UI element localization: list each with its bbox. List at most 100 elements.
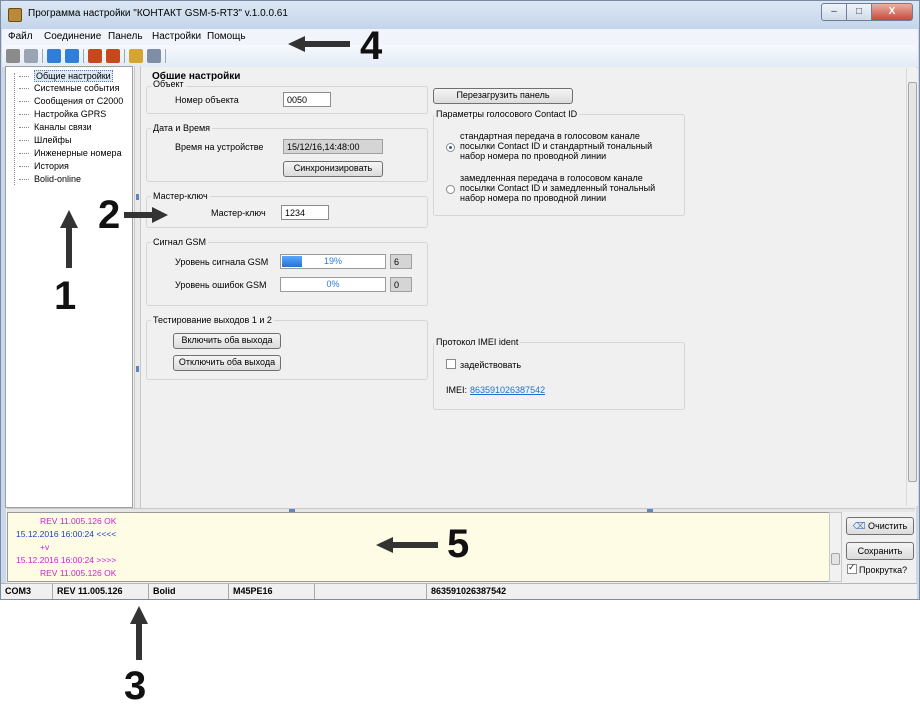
contact-id-slow-radio[interactable] [446, 185, 455, 194]
title-bar[interactable]: Программа настройки "КОНТАКТ GSM-5-RT3" … [1, 1, 919, 29]
callout-number-1: 1 [54, 274, 77, 318]
menu-help[interactable]: Помощь [207, 31, 246, 42]
print-icon[interactable] [147, 49, 161, 63]
gsm-signal-value: 6 [390, 254, 412, 269]
autoscroll-label: Прокрутка? [859, 565, 908, 575]
tree-item-history[interactable]: История [16, 160, 69, 172]
callout-number-3: 3 [124, 664, 147, 708]
toolbar-separator [124, 49, 125, 63]
callout-number-5: 5 [447, 522, 470, 566]
splitter-grip [136, 194, 139, 200]
tree-item-general[interactable]: Общие настройки [16, 70, 113, 82]
object-group: Объект Номер объекта 0050 [146, 79, 428, 114]
gsm-error-percent: 0% [326, 279, 340, 289]
tree-connector [14, 73, 15, 185]
panel-scrollbar[interactable] [906, 68, 918, 506]
tree-item-gprs[interactable]: Настройка GPRS [16, 108, 106, 120]
log-line: REV 11.005.126 OK [40, 516, 117, 526]
toolbar-separator [42, 49, 43, 63]
menu-file[interactable]: Файл [8, 31, 33, 42]
eraser-icon: ⌫ [852, 521, 869, 531]
callout-arrow-3 [130, 606, 148, 660]
menu-connection[interactable]: Соединение [44, 31, 101, 42]
master-key-label: Мастер-ключ [211, 208, 266, 218]
object-number-label: Номер объекта [175, 95, 239, 105]
imei-group-title: Протокол IMEI ident [434, 337, 521, 347]
gsm-signal-group: Сигнал GSM Уровень сигнала GSM 19% 6 Уро… [146, 237, 428, 306]
window-title: Программа настройки "КОНТАКТ GSM-5-RT3" … [28, 8, 288, 19]
enable-both-outputs-button[interactable]: Включить оба выхода [173, 333, 281, 349]
object-group-title: Объект [151, 79, 186, 89]
datetime-group: Дата и Время Время на устройстве 15/12/1… [146, 123, 428, 182]
status-port: COM3 [1, 584, 53, 599]
imei-value-link[interactable]: 863591026387542 [470, 385, 545, 395]
reboot-panel-button[interactable]: Перезагрузить панель [433, 88, 573, 104]
log-scrollbar-thumb[interactable] [831, 553, 840, 565]
gsm-error-label: Уровень ошибок GSM [175, 280, 267, 290]
imei-group: Протокол IMEI ident задействовать IMEI: … [433, 337, 685, 410]
gsm-signal-label: Уровень сигнала GSM [175, 257, 269, 267]
connect-icon[interactable] [6, 49, 20, 63]
app-icon [8, 8, 22, 22]
tree-item-system-events[interactable]: Системные события [16, 82, 119, 94]
tree-item-c2000-messages[interactable]: Сообщения от С2000 [16, 95, 123, 107]
log-line: 15.12.2016 16:00:24 >>>> [16, 555, 117, 565]
disable-both-outputs-button[interactable]: Отключить оба выхода [173, 355, 281, 371]
tree-item-bolid-online[interactable]: Bolid-online [16, 173, 81, 185]
tree-item-engineering-numbers[interactable]: Инженерные номера [16, 147, 122, 159]
download-icon[interactable] [106, 49, 120, 63]
gsm-signal-progress: 19% [280, 254, 386, 269]
tree-item-channels[interactable]: Каналы связи [16, 121, 92, 133]
status-imei: 863591026387542 [431, 586, 507, 596]
clear-log-button[interactable]: ⌫ Очистить [846, 517, 914, 535]
autoscroll-checkbox[interactable] [847, 562, 857, 574]
upload-icon[interactable] [88, 49, 102, 63]
contact-id-group: Параметры голосового Contact ID стандарт… [433, 109, 685, 216]
synchronize-button[interactable]: Синхронизировать [283, 161, 383, 177]
toolbar-separator [165, 49, 166, 63]
outputs-test-group-title: Тестирование выходов 1 и 2 [151, 315, 274, 325]
window-controls: – □ X [821, 3, 913, 21]
gsm-error-progress: 0% [280, 277, 386, 292]
datetime-group-title: Дата и Время [151, 123, 213, 133]
log-scrollbar[interactable] [829, 512, 842, 582]
outputs-test-group: Тестирование выходов 1 и 2 Включить оба … [146, 315, 428, 380]
close-button[interactable]: X [871, 3, 913, 21]
status-empty [315, 584, 427, 599]
log-line: +v [40, 542, 50, 552]
vertical-splitter[interactable] [134, 66, 141, 508]
disconnect-icon[interactable] [24, 49, 38, 63]
maximize-button[interactable]: □ [846, 3, 872, 21]
device-time-label: Время на устройстве [175, 142, 264, 152]
menu-panel[interactable]: Панель [108, 31, 143, 42]
gsm-signal-group-title: Сигнал GSM [151, 237, 209, 247]
object-number-input[interactable]: 0050 [283, 92, 331, 107]
gsm-error-value: 0 [390, 277, 412, 292]
status-flash: M45PE16 [229, 584, 315, 599]
read-icon[interactable] [47, 49, 61, 63]
tree-item-loops[interactable]: Шлейфы [16, 134, 71, 146]
splitter-grip [136, 366, 139, 372]
save-log-button[interactable]: Сохранить [846, 542, 914, 560]
contact-id-slow-label: замедленная передача в голосовом канале … [460, 173, 656, 203]
log-console[interactable]: REV 11.005.126 OK 15.12.2016 16:00:24 <<<… [7, 512, 837, 582]
contact-id-group-title: Параметры голосового Contact ID [434, 109, 580, 119]
settings-panel: Общие настройки Объект Номер объекта 005… [146, 71, 906, 510]
minimize-button[interactable]: – [821, 3, 847, 21]
imei-enable-checkbox[interactable] [446, 359, 456, 369]
status-vendor: Bolid [149, 584, 229, 599]
imei-label: IMEI: [446, 385, 468, 395]
write-icon[interactable] [65, 49, 79, 63]
device-time-field: 15/12/16,14:48:00 [283, 139, 383, 154]
panel-scrollbar-thumb[interactable] [908, 82, 917, 482]
gsm-signal-percent: 19% [323, 256, 342, 266]
menu-settings[interactable]: Настройки [152, 31, 201, 42]
toolbar [2, 45, 918, 67]
imei-enable-label: задействовать [460, 360, 522, 370]
master-key-input[interactable]: 1234 [281, 205, 329, 220]
contact-id-standard-label: стандартная передача в голосовом канале … [460, 131, 653, 161]
notes-icon[interactable] [129, 49, 143, 63]
callout-number-2: 2 [98, 193, 121, 237]
status-bar: COM3 REV 11.005.126 Bolid M45PE16 863591… [1, 583, 917, 599]
contact-id-standard-radio[interactable] [446, 143, 455, 152]
